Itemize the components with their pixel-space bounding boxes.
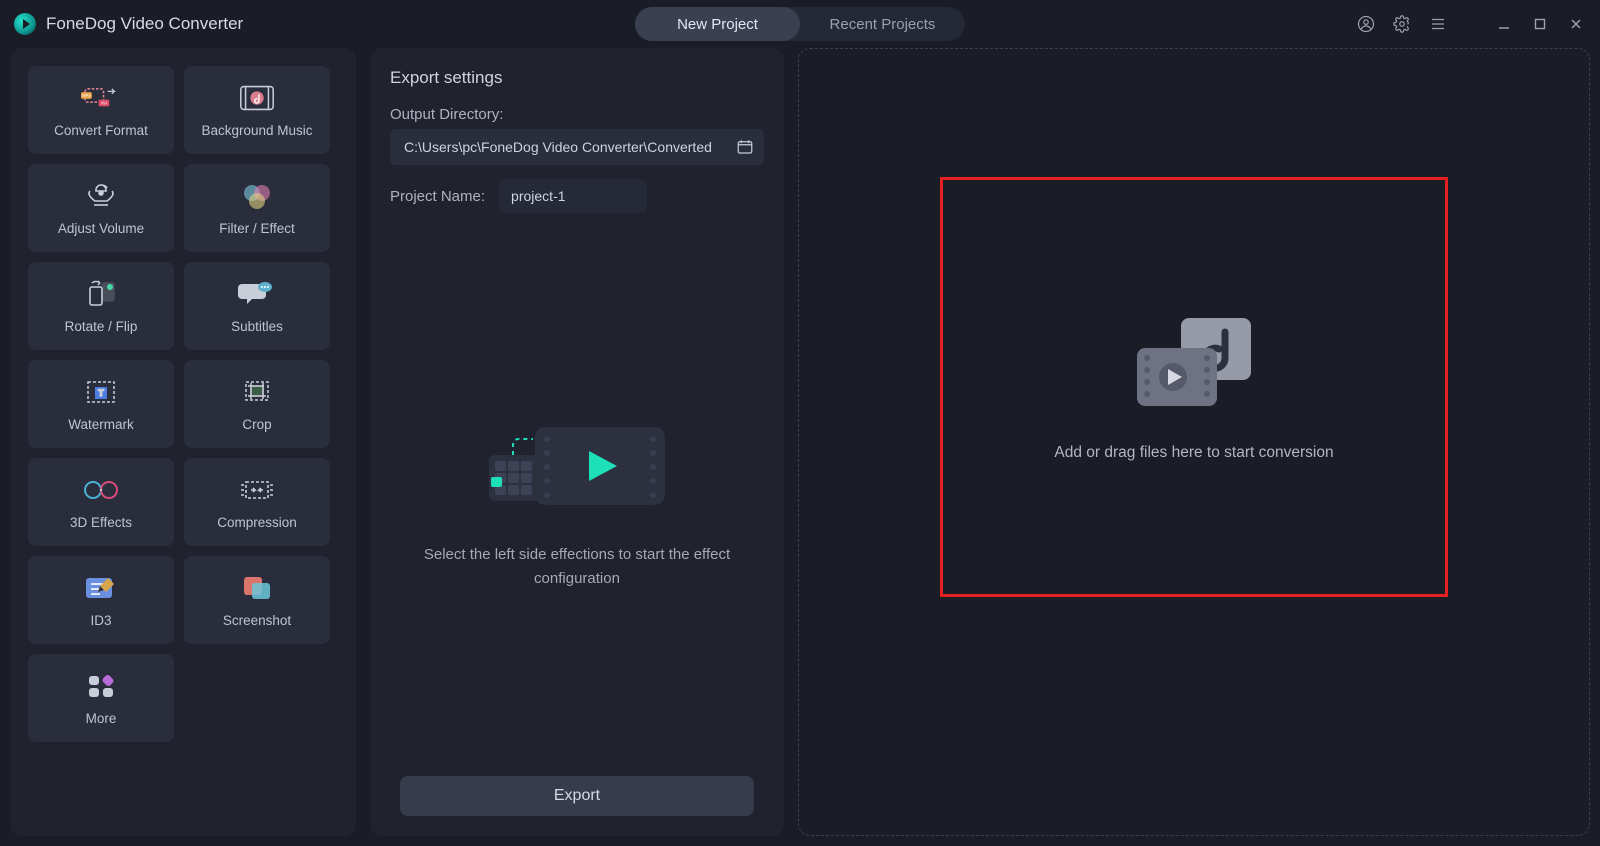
rotate-flip-icon <box>81 279 121 309</box>
watermark-icon: T <box>81 377 121 407</box>
tool-subtitles[interactable]: Subtitles <box>184 262 330 350</box>
effect-preview-icon <box>477 399 677 519</box>
tool-3d-effects[interactable]: 3D Effects <box>28 458 174 546</box>
tool-compression[interactable]: Compression <box>184 458 330 546</box>
effect-preview-placeholder: Select the left side effections to start… <box>390 213 764 776</box>
tool-adjust-volume[interactable]: Adjust Volume <box>28 164 174 252</box>
tool-label: Convert Format <box>54 123 148 138</box>
output-directory-value: C:\Users\pc\FoneDog Video Converter\Conv… <box>404 139 712 155</box>
account-icon[interactable] <box>1356 14 1376 34</box>
tab-new-project[interactable]: New Project <box>635 7 800 41</box>
id3-icon <box>81 573 121 603</box>
project-name-input[interactable] <box>499 179 647 213</box>
screenshot-icon <box>237 573 277 603</box>
tool-watermark[interactable]: T Watermark <box>28 360 174 448</box>
tool-background-music[interactable]: Background Music <box>184 66 330 154</box>
tool-screenshot[interactable]: Screenshot <box>184 556 330 644</box>
crop-icon <box>237 377 277 407</box>
close-icon[interactable] <box>1566 14 1586 34</box>
tab-recent-projects[interactable]: Recent Projects <box>800 7 965 41</box>
tool-label: Compression <box>217 515 297 530</box>
tool-crop[interactable]: Crop <box>184 360 330 448</box>
background-music-icon <box>237 83 277 113</box>
output-directory-field[interactable]: C:\Users\pc\FoneDog Video Converter\Conv… <box>390 129 764 165</box>
tool-label: Subtitles <box>231 319 283 334</box>
project-name-label: Project Name: <box>390 188 485 205</box>
export-settings-heading: Export settings <box>390 68 764 88</box>
tool-filter-effect[interactable]: Filter / Effect <box>184 164 330 252</box>
convert-format-icon: MP4 AVI <box>81 83 121 113</box>
svg-text:AVI: AVI <box>101 100 107 105</box>
dropzone-highlight-box: Add or drag files here to start conversi… <box>940 177 1448 597</box>
minimize-icon[interactable] <box>1494 14 1514 34</box>
svg-text:MP4: MP4 <box>82 93 91 98</box>
filter-effect-icon <box>237 181 277 211</box>
tool-label: ID3 <box>90 613 111 628</box>
3d-effects-icon <box>81 475 121 505</box>
tool-label: Adjust Volume <box>58 221 144 236</box>
app-title: FoneDog Video Converter <box>46 14 243 34</box>
subtitles-icon <box>237 279 277 309</box>
app-brand: FoneDog Video Converter <box>14 13 243 35</box>
tool-rotate-flip[interactable]: Rotate / Flip <box>28 262 174 350</box>
tool-label: Crop <box>242 417 271 432</box>
tool-convert-format[interactable]: MP4 AVI Convert Format <box>28 66 174 154</box>
tool-label: Screenshot <box>223 613 291 628</box>
tools-sidebar: MP4 AVI Convert Format Background Music <box>10 48 356 836</box>
app-logo-icon <box>14 13 36 35</box>
svg-text:T: T <box>98 388 104 398</box>
adjust-volume-icon <box>81 181 121 211</box>
effect-hint-text: Select the left side effections to start… <box>390 543 764 590</box>
tool-label: Background Music <box>201 123 312 138</box>
tool-label: Filter / Effect <box>219 221 295 236</box>
browse-folder-icon[interactable] <box>736 138 754 156</box>
settings-icon[interactable] <box>1392 14 1412 34</box>
dropzone-text: Add or drag files here to start conversi… <box>1054 444 1333 462</box>
export-settings-panel: Export settings Output Directory: C:\Use… <box>370 48 784 836</box>
export-button[interactable]: Export <box>400 776 754 816</box>
tool-label: Watermark <box>68 417 134 432</box>
window-controls <box>1356 14 1586 34</box>
compression-icon <box>237 475 277 505</box>
tool-label: More <box>86 711 117 726</box>
dropzone-panel[interactable]: Add or drag files here to start conversi… <box>798 48 1590 836</box>
menu-icon[interactable] <box>1428 14 1448 34</box>
tool-id3[interactable]: ID3 <box>28 556 174 644</box>
more-icon <box>81 671 121 701</box>
project-tabs: New Project Recent Projects <box>635 7 965 41</box>
tool-label: Rotate / Flip <box>65 319 138 334</box>
output-directory-label: Output Directory: <box>390 106 764 123</box>
tool-more[interactable]: More <box>28 654 174 742</box>
maximize-icon[interactable] <box>1530 14 1550 34</box>
dropzone-media-icon <box>1129 312 1259 412</box>
tool-label: 3D Effects <box>70 515 132 530</box>
